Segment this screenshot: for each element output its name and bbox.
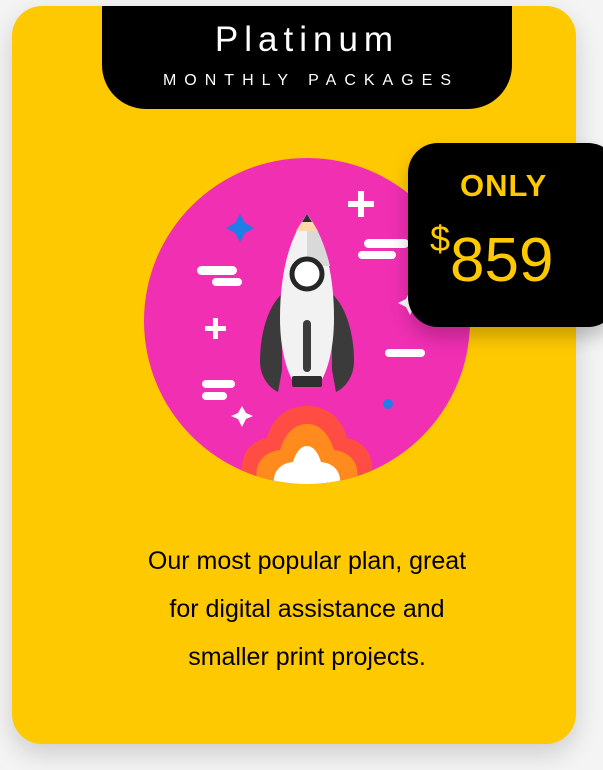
cloud-icon-right-top bbox=[364, 239, 409, 248]
plan-subtitle: MONTHLY PACKAGES bbox=[162, 72, 460, 89]
description-line: for digital assistance and bbox=[169, 595, 445, 623]
rocket-center-fin-icon bbox=[303, 320, 311, 372]
rocket-window-icon bbox=[289, 256, 325, 292]
blue-dot-icon bbox=[383, 399, 393, 409]
rocket-nozzle-icon bbox=[292, 376, 322, 387]
cloud-icon-left-lower-bottom bbox=[202, 392, 227, 400]
cloud-icon-left-top bbox=[197, 266, 237, 275]
price-prefix: ONLY bbox=[460, 168, 548, 203]
price-amount: 859 bbox=[450, 226, 554, 295]
cloud-icon-right-bottom bbox=[358, 251, 396, 259]
pricing-stage: Platinum MONTHLY PACKAGES Our most popul… bbox=[0, 0, 603, 770]
price-badge: ONLY $859 bbox=[408, 143, 603, 327]
cloud-icon-right-lower bbox=[385, 349, 425, 357]
cloud-icon-left-bottom bbox=[212, 278, 242, 286]
plan-name: Platinum bbox=[214, 20, 400, 59]
description-line: smaller print projects. bbox=[188, 643, 426, 671]
cloud-icon-left-lower-top bbox=[202, 380, 235, 388]
plan-description: Our most popular plan, great for digital… bbox=[72, 537, 542, 681]
description-line: Our most popular plan, great bbox=[147, 547, 467, 575]
plan-tab: Platinum MONTHLY PACKAGES bbox=[102, 6, 512, 109]
pricing-card: Platinum MONTHLY PACKAGES Our most popul… bbox=[12, 6, 576, 744]
price-value: $859 bbox=[430, 221, 553, 292]
currency-symbol: $ bbox=[430, 218, 451, 259]
